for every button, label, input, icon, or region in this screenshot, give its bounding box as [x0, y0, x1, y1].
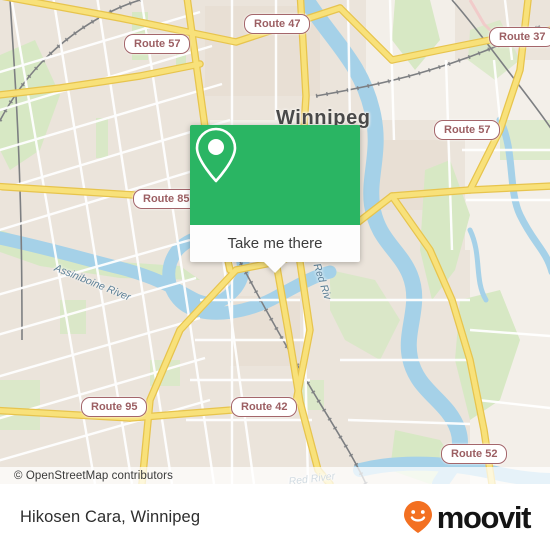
moovit-smiley-pin-icon [403, 501, 432, 533]
attribution-text: © OpenStreetMap contributors [14, 469, 173, 482]
page-footer: Hikosen Cara, Winnipeg moovit [0, 484, 550, 550]
moovit-logo[interactable]: moovit [403, 499, 532, 535]
take-me-there-card[interactable]: Take me there [190, 125, 360, 273]
place-title: Hikosen Cara, Winnipeg [20, 507, 201, 526]
moovit-wordmark: moovit [436, 499, 532, 535]
route-badge-37[interactable]: Route 37 [489, 27, 550, 47]
route-badge-52[interactable]: Route 52 [441, 444, 508, 464]
route-badge-95[interactable]: Route 95 [81, 397, 148, 417]
route-badge-57-nw[interactable]: Route 57 [124, 34, 191, 54]
route-badge-57-e[interactable]: Route 57 [434, 120, 501, 140]
moovit-map-page: Winnipeg Assiniboine River Red Riv Red R… [0, 0, 550, 550]
map-attribution: © OpenStreetMap contributors [0, 467, 550, 484]
route-badge-42[interactable]: Route 42 [231, 397, 298, 417]
card-pointer-tail [264, 262, 286, 273]
route-badge-47[interactable]: Route 47 [244, 14, 311, 34]
card-pin-area [190, 125, 360, 225]
take-me-there-label: Take me there [227, 235, 323, 252]
take-me-there-button[interactable]: Take me there [190, 225, 360, 262]
map-canvas[interactable]: Winnipeg Assiniboine River Red Riv Red R… [0, 0, 550, 484]
map-pin-icon [195, 127, 237, 183]
